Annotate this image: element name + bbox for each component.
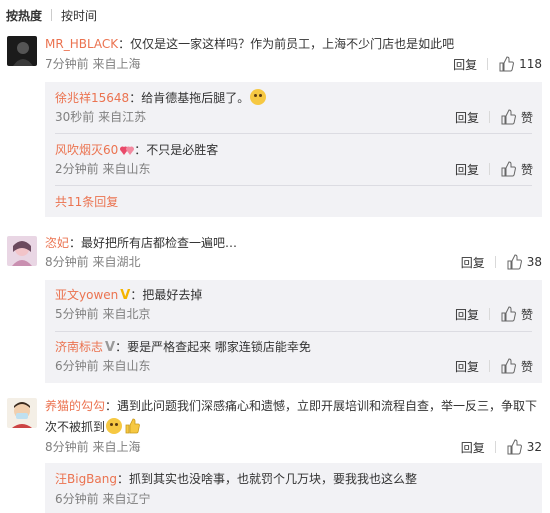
like-button[interactable]: 赞 [500,358,533,375]
verified-badge-icon: V [120,288,131,303]
hearts-badge-icon [120,146,135,155]
username[interactable]: 汪BigBang [55,472,117,486]
reply-button[interactable]: 回复 [455,161,479,178]
thumbs-up-icon [507,254,522,270]
comment-text: ：最好把所有店都检查一遍吧… [69,236,238,250]
divider [494,256,496,268]
reply-button[interactable]: 回复 [455,306,479,323]
like-button[interactable]: 38 [506,254,542,270]
reply-actions: 回复 赞 [455,108,533,126]
comment-meta: 8分钟前 来自湖北 [45,255,141,269]
avatar[interactable] [7,236,37,266]
reply-text: ：要是严格查起来 哪家连锁店能幸免 [115,340,311,354]
comment-body: 养猫的勾勾：遇到此问题我们深感痛心和遗憾，立即开展培训和流程自查，举一反三，争取… [45,396,540,438]
doge-emoji-icon [250,89,267,105]
reply-divider [55,133,532,134]
username[interactable]: 恣妃 [45,236,69,250]
reply-meta: 5分钟前 来自北京 [55,307,151,321]
thumbs-up-icon [501,358,516,374]
divider [488,308,490,320]
thumbs-up-emoji-icon [125,418,140,434]
sort-by-hot-tab[interactable]: 按热度 [6,7,42,24]
reply-box: 亚文yowen V：把最好去掉 5分钟前 来自北京 回复 赞 济南标志 V：要是严格… [45,280,542,383]
like-label: 赞 [520,359,533,374]
reply-box: 徐兆祥15648：给肯德基拖后腿了。 30秒前 来自江苏 回复 赞 风吹烟灭60… [45,82,542,217]
sort-divider [51,9,53,21]
divider [494,441,496,453]
verified-badge-icon: V [105,340,116,355]
username[interactable]: 徐兆祥15648 [55,91,129,105]
like-label: 赞 [520,110,533,125]
reply-box: 汪BigBang：抓到其实也没啥事，也就罚个几万块，要我我也这么整 6分钟前 来… [45,463,542,513]
avatar[interactable] [7,398,37,428]
reply-button[interactable]: 回复 [455,358,479,375]
username[interactable]: MR_HBLACK [45,37,118,51]
username[interactable]: 济南标志 [55,340,103,354]
comment-text: ：仅仅是这一家这样吗？作为前员工，上海不少门店也是如此吧 [118,37,455,51]
comment-actions: 回复 118 [453,55,542,73]
like-count: 38 [526,255,542,269]
reply-actions: 回复 赞 [455,357,533,375]
reply-meta: 2分钟前 来自山东 [55,162,151,176]
reply-meta: 6分钟前 来自辽宁 [55,492,151,506]
divider [487,58,489,70]
like-button[interactable]: 赞 [500,161,533,178]
like-button[interactable]: 118 [498,56,542,72]
sort-by-time-tab[interactable]: 按时间 [61,7,97,24]
reply-divider [55,185,532,186]
like-label: 赞 [520,307,533,322]
like-button[interactable]: 赞 [500,306,533,323]
like-label: 赞 [520,162,533,177]
reply-actions: 回复 赞 [455,305,533,323]
avatar[interactable] [7,36,37,66]
reply-text: ：给肯德基拖后腿了。 [129,91,250,105]
comment-actions: 回复 32 [461,438,542,456]
reply-actions: 回复 赞 [455,160,533,178]
thumbs-up-icon [507,439,522,455]
like-count: 32 [526,440,542,454]
reply-button[interactable]: 回复 [461,254,485,271]
divider [488,163,490,175]
reply-meta: 6分钟前 来自山东 [55,359,151,373]
reply-meta: 30秒前 来自江苏 [55,110,147,124]
sort-bar: 按热度 按时间 [0,0,550,30]
thumbs-up-icon [501,306,516,322]
doge-emoji-icon [106,418,123,434]
like-button[interactable]: 赞 [500,109,533,126]
reply-text: ：不只是必胜客 [134,143,219,157]
like-button[interactable]: 32 [506,439,542,455]
comment-actions: 回复 38 [461,253,542,271]
reply-text: ：把最好去掉 [130,288,203,302]
username[interactable]: 亚文yowen [55,288,118,302]
thumbs-up-icon [499,56,515,72]
thumbs-up-icon [501,109,516,125]
reply-divider [55,331,532,332]
thumbs-up-icon [501,161,516,177]
like-count: 118 [519,57,542,71]
more-replies-link[interactable]: 共11条回复 [55,192,118,212]
reply-button[interactable]: 回复 [461,439,485,456]
comment-body: MR_HBLACK：仅仅是这一家这样吗？作为前员工，上海不少门店也是如此吧 [45,34,542,54]
divider [488,360,490,372]
reply-button[interactable]: 回复 [455,109,479,126]
username[interactable]: 风吹烟灭60 [55,143,118,157]
comment-body: 恣妃：最好把所有店都检查一遍吧… [45,233,542,253]
comment-meta: 8分钟前 来自上海 [45,440,141,454]
reply-button[interactable]: 回复 [453,56,477,73]
comment-meta: 7分钟前 来自上海 [45,57,141,71]
divider [488,111,490,123]
reply-text: ：抓到其实也没啥事，也就罚个几万块，要我我也这么整 [117,472,418,486]
username[interactable]: 养猫的勾勾 [45,399,105,413]
